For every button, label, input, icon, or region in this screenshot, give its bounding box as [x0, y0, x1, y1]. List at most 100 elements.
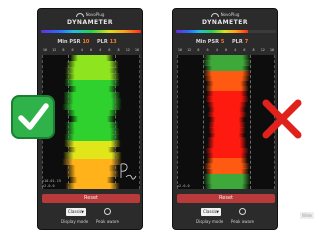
meter-band — [204, 168, 250, 174]
scale-tick-label: 0 — [224, 48, 228, 52]
plugin-title: DYNAMETER — [202, 19, 248, 26]
meter-band — [62, 152, 122, 159]
headphone-logo-icon — [210, 13, 219, 17]
plugin-title: DYNAMETER — [67, 19, 113, 26]
scale-tick-label: 6 — [206, 48, 209, 52]
meter-band — [204, 85, 250, 92]
scale-tick-label: 12 — [52, 48, 57, 52]
db-scale: 16 12 8 6 4 0 4 6 8 12 16 — [176, 48, 276, 54]
meter-band — [205, 147, 249, 154]
scale-tick-label: 16 — [177, 48, 183, 52]
meter-band — [203, 178, 251, 185]
scale-tick-label: 8 — [197, 48, 200, 52]
plr-label: PLR — [232, 39, 243, 45]
meter-band — [205, 80, 249, 87]
rainbow-rest — [248, 30, 276, 33]
reset-button[interactable]: Reset — [42, 194, 140, 203]
display-mode-value: Classic — [203, 209, 217, 214]
meter-band — [202, 173, 252, 180]
scale-tick-label: 8 — [117, 48, 120, 52]
meter-band — [203, 55, 251, 61]
meter-band — [65, 122, 119, 129]
display-mode-select[interactable]: Classic ▼ — [201, 208, 221, 216]
peak-aware-toggle[interactable] — [104, 208, 111, 215]
rainbow-fill — [176, 30, 248, 33]
meter-band — [207, 142, 247, 149]
comparison-canvas: NovoPlug DYNAMETER Min PSR 10 PLR 13 16 12 8… — [0, 0, 320, 240]
scale-tick-label: 8 — [62, 48, 65, 52]
meter-band — [208, 132, 246, 138]
min-psr-label: Min PSR — [195, 39, 219, 45]
chevron-down-icon: ▼ — [81, 210, 84, 214]
meter-guide-right — [115, 55, 116, 189]
meter-band — [208, 106, 246, 113]
version-build: v10.01.15 — [42, 179, 61, 183]
check-icon — [11, 95, 55, 139]
version-label: v2.0.0 — [177, 184, 190, 188]
plr-label: PLR — [97, 39, 108, 45]
meter-band — [206, 158, 248, 164]
meter-band — [65, 170, 119, 178]
display-mode-select[interactable]: Classic ▼ — [66, 208, 86, 216]
loudness-rainbow-bar — [41, 30, 141, 33]
meter-band — [64, 128, 120, 135]
scale-tick-label: 6 — [108, 48, 111, 52]
meter-band — [64, 79, 120, 86]
meter-band — [204, 75, 250, 82]
plr-value: 7 — [244, 39, 249, 45]
scale-tick-label: 6 — [243, 48, 246, 52]
meter-band — [208, 127, 246, 133]
scale-tick-label: 12 — [125, 48, 130, 52]
watermark-label: Wide — [300, 212, 314, 219]
loudness-rainbow-bar — [176, 30, 276, 33]
chevron-down-icon: ▼ — [216, 210, 219, 214]
scale-tick-label: 6 — [71, 48, 74, 52]
meter-band — [64, 73, 120, 80]
check-mark-glyph — [18, 103, 49, 130]
display-mode-value: Classic — [68, 209, 82, 214]
scale-tick-label: 4 — [80, 48, 83, 52]
meter-band — [203, 183, 251, 189]
meter-band — [62, 97, 122, 105]
min-psr-value: 10 — [82, 39, 90, 45]
display-mode-label: Display mode — [196, 219, 224, 224]
scale-tick-label: 4 — [99, 48, 102, 52]
meter-band — [208, 116, 246, 123]
scale-tick-label: 0 — [89, 48, 93, 52]
version-label: v2.0.0 — [42, 184, 55, 188]
meter-band — [69, 176, 115, 184]
meter-band — [206, 137, 248, 143]
scale-tick-label: 4 — [234, 48, 237, 52]
scale-tick-label: 12 — [260, 48, 265, 52]
scale-tick-label: 16 — [42, 48, 48, 52]
peak-aware-toggle[interactable] — [239, 208, 246, 215]
brand-logo: NovoPlug — [38, 12, 142, 17]
meter-band — [62, 158, 122, 166]
meter-band — [205, 152, 249, 159]
meter-band — [205, 96, 249, 102]
scale-tick-label: 8 — [252, 48, 255, 52]
rainbow-fill — [41, 30, 141, 33]
meter-band — [207, 111, 247, 118]
min-psr-label: Min PSR — [57, 39, 81, 45]
meter-band — [202, 60, 252, 66]
min-psr-value: 5 — [220, 39, 225, 45]
reset-button[interactable]: Reset — [177, 194, 275, 203]
meter-guide-left — [203, 55, 204, 189]
brand-logo: NovoPlug — [173, 12, 277, 17]
meter-band — [63, 140, 121, 147]
meter-band — [66, 109, 118, 117]
meter-band — [62, 103, 122, 111]
meter-band — [69, 115, 115, 123]
meter-band — [203, 65, 251, 71]
peak-aware-label: Peak aware — [96, 219, 119, 224]
meter-band — [206, 101, 248, 107]
meter-band — [208, 122, 246, 128]
db-scale: 16 12 8 6 4 0 4 6 8 12 16 — [41, 48, 141, 54]
scale-tick-label: 16 — [134, 48, 140, 52]
brand-name: NovoPlug — [220, 12, 240, 17]
meter-guide-left — [68, 55, 69, 189]
metrics-row: Min PSR 10 PLR 13 — [38, 39, 142, 45]
scale-tick-label: 16 — [269, 48, 275, 52]
metrics-row: Min PSR 5 PLR 7 — [173, 39, 277, 45]
